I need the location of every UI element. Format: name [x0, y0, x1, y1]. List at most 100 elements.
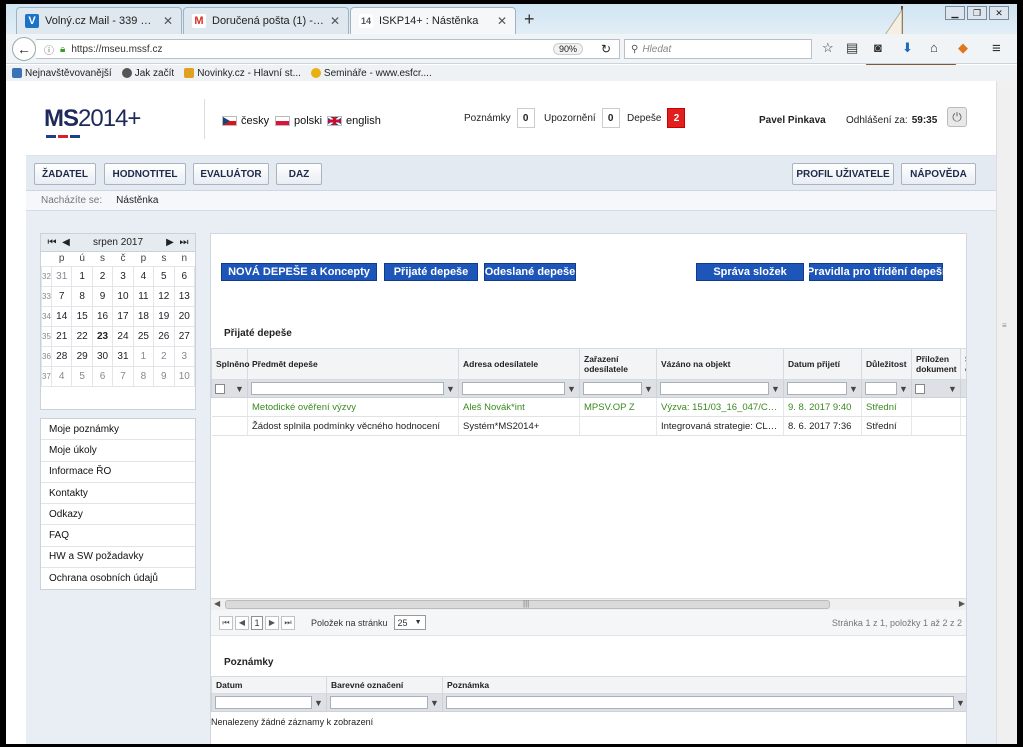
calendar-day[interactable]: 27 [173, 325, 196, 347]
column-header[interactable]: Splněno [211, 348, 250, 380]
column-header[interactable]: Poznámka [442, 676, 966, 694]
filter-input[interactable] [215, 696, 312, 709]
sidebar-item[interactable]: Odkazy [41, 504, 195, 526]
tab-gmail[interactable]: M Doručená pošta (1) - pinka... ✕ [183, 7, 349, 34]
bookmark-getting-started[interactable]: Jak začít [121, 68, 174, 79]
tab-iskp14[interactable]: 14 ISKP14+ : Nástěnka ✕ [350, 7, 516, 34]
calendar-day[interactable]: 9 [153, 365, 175, 387]
new-message-button[interactable]: NOVÁ DEPEŠE a Koncepty [221, 263, 377, 281]
calendar-day[interactable]: 17 [112, 305, 134, 327]
messages-counter[interactable]: Depeše 2 [627, 108, 686, 128]
calendar-day[interactable]: 1 [132, 345, 155, 367]
calendar-day[interactable]: 15 [71, 305, 93, 327]
filter-input[interactable] [446, 696, 954, 709]
calendar-day[interactable]: 31 [50, 265, 73, 287]
pocket-icon[interactable]: ◙ [874, 40, 882, 55]
new-tab-button[interactable]: + [524, 9, 535, 30]
calendar-day[interactable]: 4 [132, 265, 155, 287]
close-window-icon[interactable]: ✕ [989, 6, 1009, 20]
filter-funnel-icon[interactable]: ▼ [446, 384, 455, 394]
filter-checkbox[interactable] [915, 383, 925, 394]
menu-zadatel-button[interactable]: ŽADATEL [34, 163, 96, 185]
filter-funnel-icon[interactable]: ▼ [567, 384, 576, 394]
calendar-day[interactable]: 30 [91, 345, 114, 367]
sidebar-item[interactable]: Informace ŘO [41, 462, 195, 483]
close-tab-icon[interactable]: ✕ [163, 14, 173, 28]
bookmark-novinky[interactable]: Novinky.cz - Hlavní st... [184, 68, 301, 79]
home-icon[interactable]: ⌂ [930, 40, 938, 55]
next-year-icon[interactable]: ⏭ [177, 237, 191, 248]
calendar-day[interactable]: 24 [112, 325, 134, 347]
page-number-input[interactable]: 1 [251, 615, 263, 630]
sidebar-item[interactable]: Moje poznámky [41, 419, 195, 441]
sorting-rules-button[interactable]: Pravidla pro třídění depeší [807, 263, 945, 281]
filter-input[interactable] [251, 382, 444, 395]
prev-month-icon[interactable]: ◀ [59, 237, 73, 248]
calendar-day[interactable]: 28 [50, 345, 73, 367]
calendar-day[interactable]: 19 [153, 305, 175, 327]
hamburger-menu-icon[interactable]: ≡ [992, 40, 1001, 57]
calendar-day[interactable]: 14 [50, 305, 73, 327]
next-month-icon[interactable]: ▶ [163, 237, 177, 248]
scroll-grip-icon[interactable]: ≡ [1002, 321, 1007, 330]
calendar-day[interactable]: 20 [173, 305, 196, 327]
manage-folders-button[interactable]: Správa složek [696, 263, 804, 281]
calendar-day[interactable]: 1 [71, 265, 93, 287]
column-header[interactable]: Vázáno na objekt [656, 348, 784, 380]
user-name[interactable]: Pavel Pinkava [759, 115, 826, 126]
help-button[interactable]: NÁPOVĚDA [901, 163, 976, 185]
sent-messages-button[interactable]: Odeslané depeše [484, 263, 576, 281]
address-bar[interactable]: ⓘ 🔒︎ https://mseu.mssf.cz 90% ↻ [36, 39, 620, 59]
prev-page-icon[interactable]: ◀ [235, 615, 249, 630]
calendar-day[interactable]: 5 [71, 365, 93, 387]
calendar-day[interactable]: 5 [153, 265, 175, 287]
calendar-day[interactable]: 21 [50, 325, 73, 347]
first-page-icon[interactable]: ⏮ [219, 615, 233, 630]
sidebar-item[interactable]: Kontakty [41, 483, 195, 505]
sidebar-item[interactable]: Moje úkoly [41, 440, 195, 462]
filter-input[interactable] [787, 382, 847, 395]
message-row[interactable]: Žádost splnila podmínky věcného hodnocen… [211, 416, 966, 436]
sidebar-item[interactable]: HW a SW požadavky [41, 547, 195, 569]
column-header[interactable]: Datum přijetí [783, 348, 862, 380]
alerts-counter[interactable]: Upozornění 0 [544, 108, 620, 128]
calendar-day[interactable]: 26 [153, 325, 175, 347]
calendar-day[interactable]: 8 [132, 365, 155, 387]
calendar-day[interactable]: 7 [50, 285, 73, 307]
prev-year-icon[interactable]: ⏮ [45, 237, 59, 248]
filter-input[interactable] [330, 696, 428, 709]
horizontal-scrollbar[interactable]: ◀ ||| ▶ [211, 598, 966, 610]
column-header[interactable]: Důležitost [861, 348, 912, 380]
zoom-indicator[interactable]: 90% [552, 43, 583, 55]
filter-funnel-icon[interactable]: ▼ [849, 384, 858, 394]
filter-input[interactable] [583, 382, 642, 395]
breadcrumb-current[interactable]: Nástěnka [116, 195, 158, 206]
bookmark-star-icon[interactable]: ☆ [822, 40, 834, 56]
filter-checkbox[interactable] [215, 383, 225, 394]
calendar-day[interactable]: 4 [50, 365, 73, 387]
menu-hodnotitel-button[interactable]: HODNOTITEL [104, 163, 186, 185]
column-header[interactable]: Zařazení odesílatele [579, 348, 657, 380]
close-tab-icon[interactable]: ✕ [330, 14, 340, 28]
calendar-day[interactable]: 9 [91, 285, 114, 307]
notes-counter[interactable]: Poznámky 0 [464, 108, 535, 128]
calendar-day[interactable]: 31 [112, 345, 134, 367]
tab-volny-mail[interactable]: V Volný.cz Mail - 339 nepřečt... ✕ [16, 7, 182, 34]
message-row[interactable]: Metodické ověření výzvy Aleš Novák*int MPS… [211, 397, 966, 417]
ms2014-logo[interactable]: MS2014+ [44, 105, 141, 138]
calendar-day[interactable]: 12 [153, 285, 175, 307]
calendar-day[interactable]: 23 [91, 325, 114, 347]
filter-funnel-icon[interactable]: ▼ [956, 698, 965, 708]
filter-funnel-icon[interactable]: ▼ [430, 698, 439, 708]
back-button[interactable]: ← [12, 37, 36, 61]
filter-funnel-icon[interactable]: ▼ [899, 384, 908, 394]
addon-icon[interactable]: ◆ [958, 40, 968, 56]
reading-list-icon[interactable]: ▤ [846, 40, 858, 56]
calendar-day[interactable]: 18 [132, 305, 155, 327]
column-header[interactable]: Přiložen dokument [911, 348, 961, 380]
search-input[interactable]: ⚲ Hledat [624, 39, 812, 59]
filter-input[interactable] [865, 382, 897, 395]
filter-funnel-icon[interactable]: ▼ [235, 384, 244, 394]
lang-english[interactable]: english [327, 115, 381, 127]
close-tab-icon[interactable]: ✕ [497, 14, 507, 28]
